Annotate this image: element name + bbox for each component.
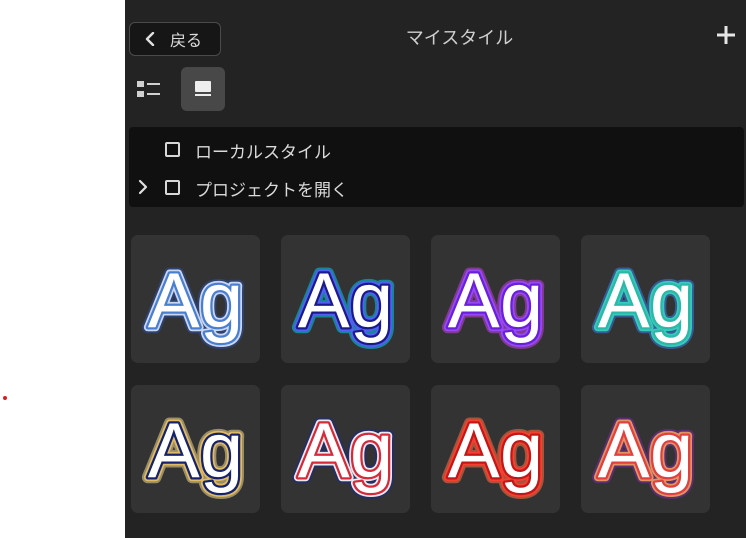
style-preview: AgAgAgAg [592,250,699,350]
folder-label: ローカルスタイル [195,143,331,163]
chevron-right-icon[interactable] [138,179,148,195]
style-tile[interactable]: Ag Ag Ag Ag [131,385,260,513]
style-preview-text: Ag [598,406,693,494]
folder-item-project[interactable]: プロジェクトを開く [129,173,744,203]
style-preview-text: Ag [448,256,543,344]
plus-icon[interactable] [715,24,737,46]
style-preview-text: Ag [448,406,543,494]
list-view-icon[interactable] [135,76,163,102]
style-tile[interactable]: Ag Ag Ag Ag [431,235,560,363]
style-tile[interactable]: Ag Ag Ag Ag [581,235,710,363]
grid-view-button[interactable] [181,67,225,111]
style-preview-text: Ag [148,406,243,494]
style-preview: AgAgAgAg [292,400,399,500]
panel-title: マイスタイル [405,28,514,49]
style-tile[interactable]: Ag Ag Ag Ag [131,235,260,363]
left-empty-area [0,0,125,538]
folder-list: ローカルスタイル プロジェクトを開く [129,127,744,207]
style-preview: AgAgAgAg [142,400,249,500]
folder-label: プロジェクトを開く [195,181,348,201]
style-preview: AgAgAgAg [442,400,549,500]
style-preview: AgAgAgAg [442,250,549,350]
style-preview-text: Ag [598,256,693,344]
style-preview-text: Ag [148,256,243,344]
folder-checkbox[interactable] [165,180,180,195]
style-tile[interactable]: Ag Ag Ag Ag [281,235,410,363]
style-tile[interactable]: Ag Ag Ag Ag [581,385,710,513]
style-preview: AgAgAgAg [592,400,699,500]
style-preview-text: Ag [298,256,393,344]
style-tile[interactable]: Ag Ag Ag Ag [431,385,560,513]
red-marker-dot [3,396,7,400]
style-preview: AgAgAgAg [142,250,249,350]
style-tile[interactable]: Ag Ag Ag Ag [281,385,410,513]
style-preview-text: Ag [298,406,393,494]
folder-checkbox[interactable] [165,142,180,157]
folder-item-local[interactable]: ローカルスタイル [129,135,744,165]
grid-view-icon [195,81,211,96]
my-style-panel: 戻る マイスタイル ローカルスタイル プロジェクトを開く Ag Ag Ag Ag Ag A [125,0,746,538]
style-preview: AgAgAgAg [292,250,399,350]
